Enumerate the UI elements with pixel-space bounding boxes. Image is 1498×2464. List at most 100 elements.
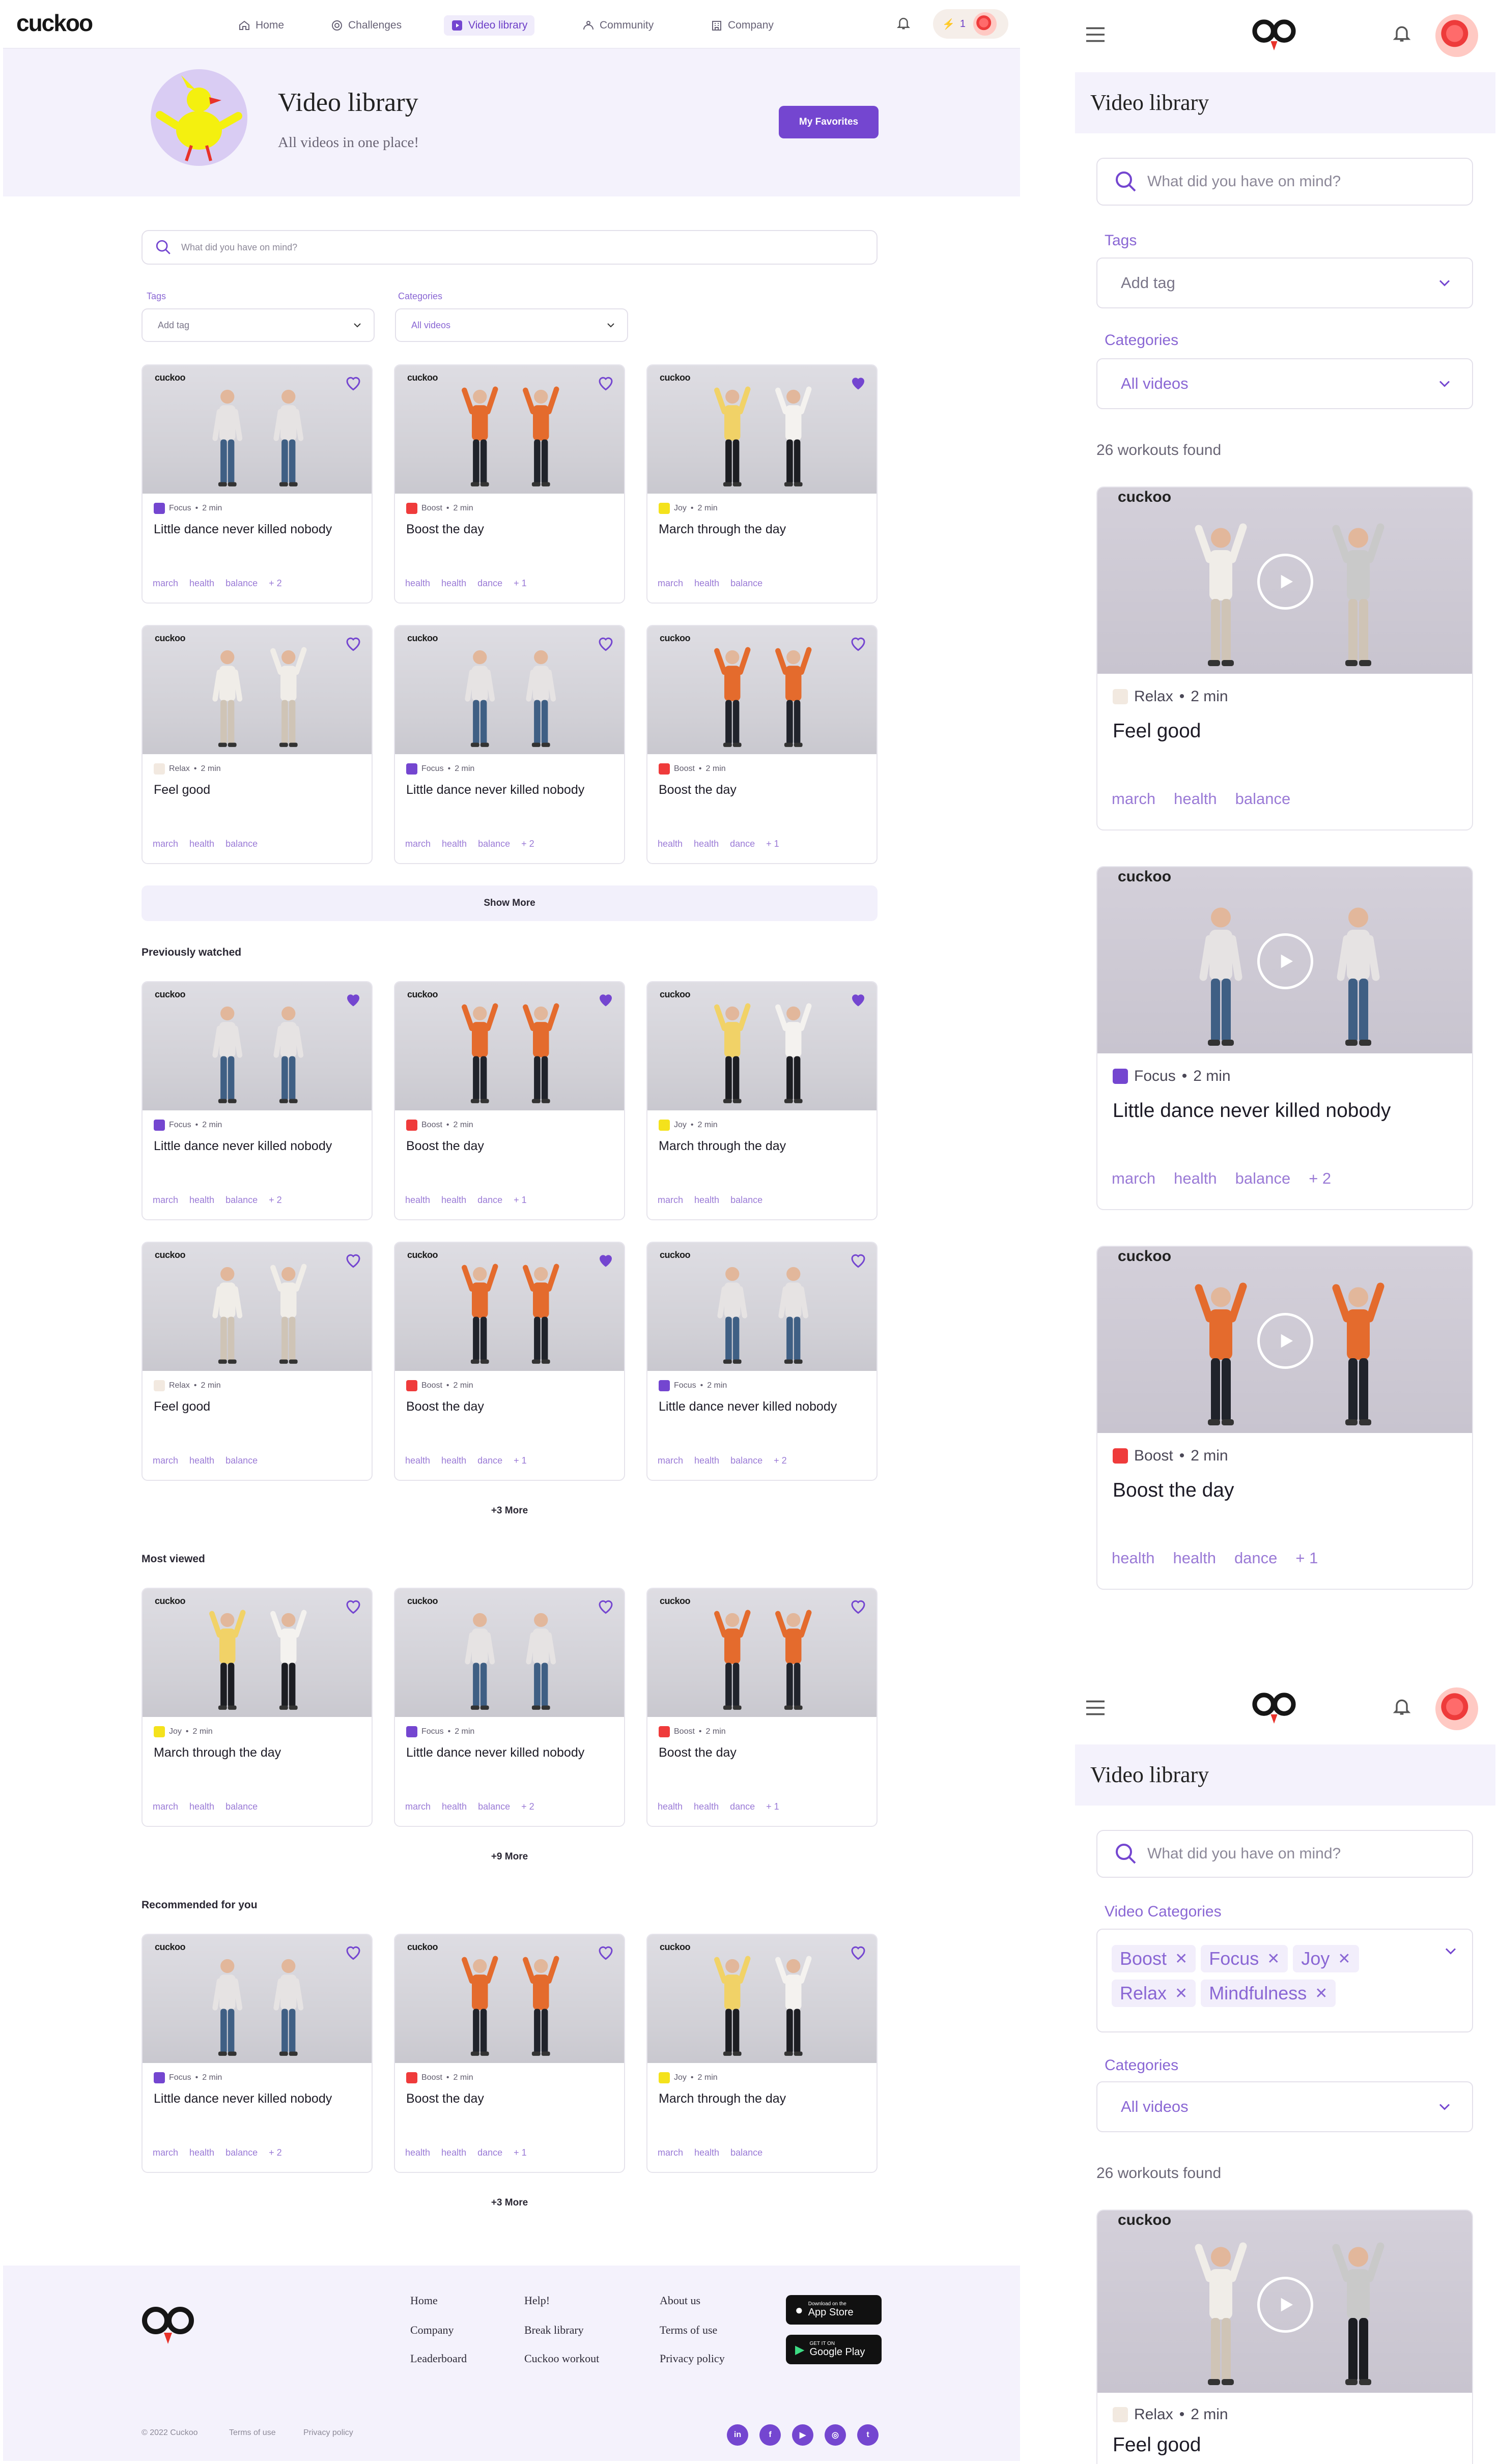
menu-icon[interactable]	[1084, 25, 1107, 44]
tag[interactable]: + 2	[521, 1801, 534, 1812]
footer-link-about[interactable]: About us	[660, 2294, 700, 2307]
tag[interactable]: dance	[730, 1801, 755, 1812]
tag[interactable]: health	[694, 1801, 719, 1812]
tag[interactable]: health	[1174, 790, 1217, 808]
heart-icon[interactable]	[849, 1597, 867, 1615]
tag[interactable]: health	[694, 1455, 719, 1466]
close-icon[interactable]: ✕	[1175, 1985, 1188, 2002]
logo-icon[interactable]	[1252, 1692, 1296, 1727]
close-icon[interactable]: ✕	[1315, 1985, 1327, 2002]
heart-icon[interactable]	[849, 990, 867, 1009]
tag[interactable]: health	[441, 1455, 466, 1466]
tag[interactable]: balance	[478, 1801, 510, 1812]
previously-watched-more-link[interactable]: +3 More	[142, 1505, 878, 1516]
tag[interactable]: march	[153, 1801, 178, 1812]
video-card[interactable]: cuckoo Relax • 2 min Feel good march health…	[1096, 486, 1473, 830]
tag[interactable]: health	[1174, 1169, 1217, 1188]
tag[interactable]: balance	[730, 578, 762, 589]
heart-icon[interactable]	[597, 1943, 615, 1961]
tag[interactable]: health	[189, 1195, 214, 1206]
tag[interactable]: + 2	[269, 1195, 282, 1206]
tag[interactable]: + 1	[766, 839, 779, 849]
footer-link-home[interactable]: Home	[410, 2294, 438, 2307]
footer-terms-link[interactable]: Terms of use	[229, 2428, 276, 2438]
category-chip[interactable]: Joy ✕	[1293, 1945, 1359, 1972]
tag[interactable]: dance	[477, 578, 502, 589]
video-categories-multiselect[interactable]: Boost ✕ Focus ✕ Joy ✕ Relax ✕ Mindfulness ✕	[1096, 1929, 1473, 2032]
tag[interactable]: + 2	[269, 578, 282, 589]
tag[interactable]: march	[658, 1195, 683, 1206]
facebook-icon[interactable]: f	[759, 2424, 781, 2446]
linkedin-icon[interactable]: in	[727, 2424, 748, 2446]
tag[interactable]: balance	[225, 2147, 258, 2158]
heart-icon[interactable]	[344, 990, 362, 1009]
tag[interactable]: march	[153, 1195, 178, 1206]
video-card[interactable]: cuckoo Focus • 2 min Little dance never ki…	[142, 981, 373, 1220]
category-chip[interactable]: Relax ✕	[1112, 1980, 1196, 2007]
video-card[interactable]: cuckoo Focus • 2 min Little dance never ki…	[142, 364, 373, 604]
menu-icon[interactable]	[1084, 1699, 1107, 1717]
tag[interactable]: dance	[730, 839, 755, 849]
categories-select[interactable]: All videos	[1096, 358, 1473, 409]
video-card[interactable]: cuckoo Focus • 2 min Little dance never ki…	[142, 1934, 373, 2173]
tag[interactable]: dance	[477, 2147, 502, 2158]
tag[interactable]: + 1	[514, 1455, 527, 1466]
tag[interactable]: + 2	[521, 839, 534, 849]
avatar[interactable]	[1435, 14, 1478, 57]
tag[interactable]: balance	[225, 578, 258, 589]
nav-company[interactable]: Company	[703, 15, 781, 36]
tag[interactable]: + 1	[1295, 1549, 1318, 1567]
play-icon[interactable]	[1257, 2277, 1313, 2333]
tag[interactable]: march	[658, 1455, 683, 1466]
twitter-icon[interactable]: t	[857, 2424, 879, 2446]
tag[interactable]: health	[442, 1801, 467, 1812]
category-chip[interactable]: Boost ✕	[1112, 1945, 1196, 1972]
tag[interactable]: health	[694, 839, 719, 849]
show-more-button[interactable]: Show More	[142, 885, 878, 921]
play-icon[interactable]	[1257, 933, 1313, 989]
tag[interactable]: + 1	[514, 2147, 527, 2158]
tag[interactable]: health	[658, 839, 683, 849]
tag[interactable]: + 2	[1309, 1169, 1331, 1188]
nav-video-library[interactable]: Video library	[444, 15, 535, 36]
tag[interactable]: balance	[730, 1455, 762, 1466]
heart-icon[interactable]	[344, 1251, 362, 1269]
heart-icon[interactable]	[344, 374, 362, 392]
tags-select[interactable]: Add tag	[142, 308, 375, 342]
video-card[interactable]: cuckoo Focus • 2 min Little dance never ki…	[1096, 866, 1473, 1210]
tag[interactable]: health	[441, 1195, 466, 1206]
heart-icon[interactable]	[344, 1597, 362, 1615]
tag[interactable]: dance	[1234, 1549, 1277, 1567]
heart-icon[interactable]	[344, 634, 362, 652]
nav-community[interactable]: Community	[575, 15, 661, 36]
heart-icon[interactable]	[849, 1943, 867, 1961]
avatar[interactable]	[1435, 1687, 1478, 1730]
tag[interactable]: balance	[1235, 790, 1291, 808]
heart-icon[interactable]	[597, 1597, 615, 1615]
video-card[interactable]: cuckoo Relax • 2 min Feel good march health…	[142, 1242, 373, 1481]
tag[interactable]: balance	[730, 1195, 762, 1206]
footer-link-help[interactable]: Help!	[524, 2294, 550, 2307]
tag[interactable]: health	[442, 839, 467, 849]
video-card[interactable]: cuckoo Focus • 2 min Little dance never ki…	[394, 625, 625, 864]
tag[interactable]: march	[658, 578, 683, 589]
close-icon[interactable]: ✕	[1175, 1950, 1188, 1968]
footer-privacy-link[interactable]: Privacy policy	[303, 2428, 353, 2438]
tag[interactable]: health	[189, 839, 214, 849]
footer-link-break-library[interactable]: Break library	[524, 2324, 584, 2337]
tag[interactable]: health	[441, 2147, 466, 2158]
my-favorites-button[interactable]: My Favorites	[779, 106, 879, 138]
tag[interactable]: health	[189, 2147, 214, 2158]
tag[interactable]: balance	[730, 2147, 762, 2158]
tag[interactable]: health	[189, 1455, 214, 1466]
tag[interactable]: health	[694, 1195, 719, 1206]
heart-icon[interactable]	[849, 374, 867, 392]
footer-link-terms[interactable]: Terms of use	[660, 2324, 717, 2337]
tag[interactable]: health	[658, 1801, 683, 1812]
tag[interactable]: balance	[1235, 1169, 1291, 1188]
video-card[interactable]: cuckoo Focus • 2 min Little dance never ki…	[394, 1588, 625, 1827]
tag[interactable]: health	[405, 1195, 430, 1206]
tag[interactable]: health	[405, 2147, 430, 2158]
tag[interactable]: + 1	[514, 1195, 527, 1206]
bell-icon[interactable]	[1392, 22, 1412, 44]
